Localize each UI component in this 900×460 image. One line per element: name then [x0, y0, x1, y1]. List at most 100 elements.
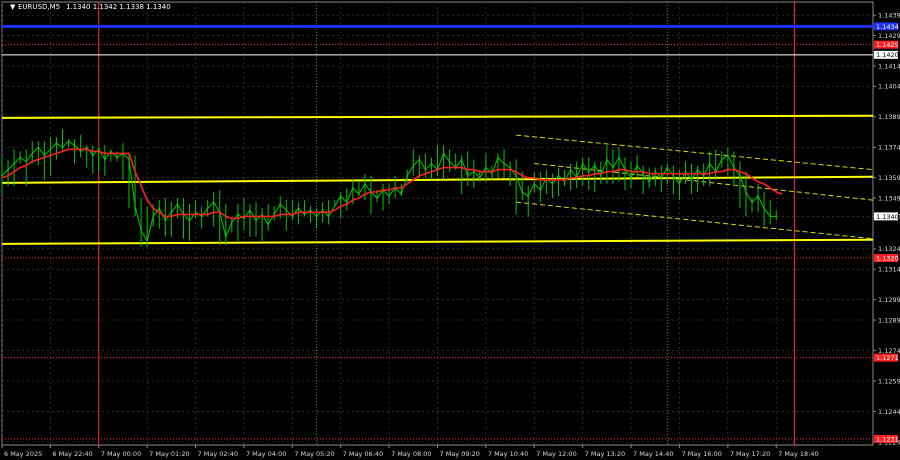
y-tick-label: 1.1244 — [878, 408, 900, 416]
price-point — [739, 174, 741, 177]
x-tick-label: 7 May 06:40 — [343, 450, 383, 458]
price-point — [104, 158, 106, 161]
price-point — [720, 158, 723, 161]
price-point — [745, 191, 747, 193]
price-point — [237, 213, 239, 216]
price-point — [612, 166, 614, 169]
price-point — [696, 168, 699, 171]
price-point — [460, 158, 463, 161]
price-point — [303, 213, 306, 216]
price-tag-1.1320-label: 1.1320 — [876, 254, 899, 262]
header-quote: 1.1340 1.1342 1.1338 1.1340 — [66, 3, 171, 11]
price-point — [25, 160, 27, 163]
price-point — [212, 201, 215, 203]
price-point — [551, 183, 554, 185]
chart-header: ▼ EURUSD,M5 1.1340 1.1342 1.1338 1.1340 — [10, 3, 171, 11]
price-point — [261, 213, 263, 216]
price-point — [279, 203, 282, 205]
y-tick-label: 1.1374 — [878, 144, 900, 152]
price-point — [97, 148, 100, 151]
price-point — [61, 146, 64, 149]
price-chart[interactable]: 1.1439 1.1429 1.1414 1.1404 1.1389 1.1374 1.13… — [0, 0, 900, 460]
price-point — [243, 217, 245, 220]
x-tick-label: 6 May 22:40 — [52, 450, 92, 458]
price-point — [533, 183, 536, 185]
y-tick-label: 1.1404 — [878, 83, 900, 91]
price-point — [442, 152, 445, 155]
price-point — [581, 162, 584, 165]
price-point — [388, 195, 390, 197]
price-point — [315, 215, 318, 218]
price-point — [285, 209, 288, 212]
price-point — [666, 166, 669, 169]
price-point — [364, 183, 366, 185]
price-point — [67, 140, 70, 142]
price-point — [43, 154, 46, 157]
price-point — [702, 174, 705, 177]
price-tag-current-label: 1.1340 — [876, 213, 899, 221]
price-point — [751, 201, 753, 203]
x-tick-label: 7 May 16:00 — [681, 450, 721, 458]
price-point — [85, 146, 88, 149]
price-point — [497, 156, 499, 159]
price-point — [206, 207, 209, 210]
price-point — [521, 191, 523, 193]
price-point — [194, 211, 197, 214]
price-point — [37, 146, 40, 149]
x-tick-label: 7 May 18:40 — [778, 450, 818, 458]
y-tick-label: 1.1289 — [878, 316, 900, 324]
price-point — [684, 170, 687, 173]
price-point — [249, 209, 251, 212]
price-point — [448, 160, 451, 163]
price-point — [690, 179, 693, 181]
price-point — [593, 164, 596, 167]
price-point — [630, 176, 632, 179]
y-tick-label: 1.1429 — [878, 32, 900, 40]
price-point — [479, 176, 481, 179]
price-point — [128, 158, 130, 161]
y-tick-label: 1.1349 — [878, 194, 900, 202]
price-point — [291, 215, 294, 218]
price-point — [545, 176, 548, 179]
y-tick-label: 1.1389 — [878, 113, 900, 121]
price-point — [188, 219, 191, 222]
price-point — [231, 221, 233, 224]
price-point — [600, 174, 602, 177]
price-tag-1.1425-label: 1.1425 — [876, 41, 899, 49]
price-point — [273, 213, 275, 216]
price-point — [339, 195, 342, 197]
x-tick-label: 7 May 00:00 — [101, 450, 141, 458]
price-point — [176, 203, 179, 205]
price-point — [55, 142, 58, 145]
price-point — [660, 176, 663, 179]
price-point — [19, 156, 21, 159]
y-tick-label: 1.1414 — [878, 62, 900, 70]
price-point — [527, 195, 530, 197]
price-point — [642, 172, 644, 175]
price-point — [557, 174, 560, 177]
x-tick-label: 7 May 02:40 — [198, 450, 238, 458]
header-symbol: EURUSD,M5 — [18, 3, 60, 11]
price-point — [775, 215, 778, 218]
price-point — [1, 174, 3, 177]
price-point — [309, 209, 312, 212]
price-point — [255, 219, 257, 222]
price-point — [352, 187, 354, 189]
price-point — [116, 156, 118, 159]
price-point — [485, 166, 487, 169]
price-point — [418, 158, 421, 161]
price-point — [224, 235, 227, 238]
price-point — [708, 162, 711, 165]
x-tick-label: 7 May 05:20 — [294, 450, 334, 458]
price-point — [170, 211, 173, 214]
price-point — [563, 181, 566, 183]
y-tick-label: 1.1439 — [878, 12, 900, 20]
price-point — [769, 215, 771, 218]
price-point — [509, 166, 511, 169]
price-point — [569, 168, 572, 171]
price-point — [539, 189, 542, 191]
price-tag-1.1271-label: 1.1271 — [876, 354, 899, 362]
y-tick-label: 1.1324 — [878, 245, 900, 253]
y-tick-label: 1.1299 — [878, 296, 900, 304]
price-point — [110, 150, 112, 153]
